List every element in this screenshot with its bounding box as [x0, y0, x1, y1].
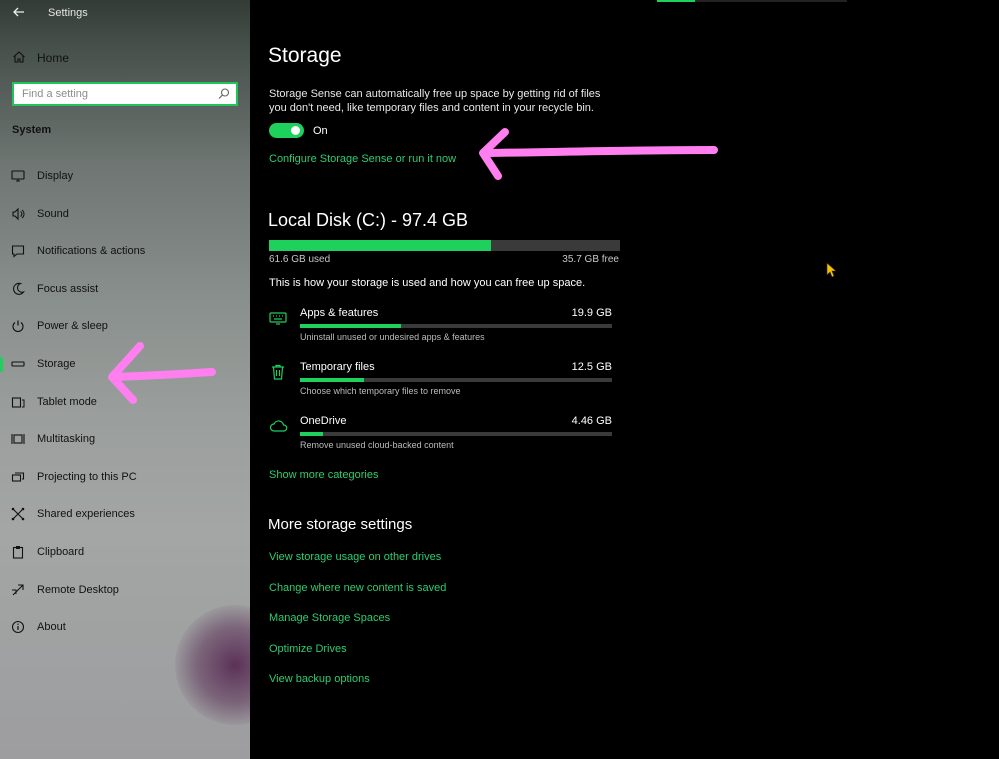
- more-storage-settings-heading: More storage settings: [268, 516, 413, 533]
- trash-icon: [269, 363, 287, 381]
- project-icon: [11, 470, 25, 484]
- category-name: Temporary files: [300, 361, 375, 373]
- sidebar-item-label: Power & sleep: [37, 320, 108, 332]
- category-bar: [300, 378, 612, 382]
- selected-indicator: [0, 357, 3, 372]
- sidebar-item-tablet-mode[interactable]: Tablet mode: [0, 387, 250, 417]
- storage-sense-description: Storage Sense can automatically free up …: [269, 88, 601, 114]
- optimize-drives-link[interactable]: Optimize Drives: [269, 643, 347, 655]
- sidebar-item-display[interactable]: Display: [0, 161, 250, 191]
- disk-usage-bar: [269, 240, 620, 251]
- clipboard-icon: [11, 545, 25, 559]
- category-bar: [300, 324, 612, 328]
- sidebar-item-label: Home: [37, 51, 70, 65]
- multitask-icon: [11, 432, 25, 446]
- speaker-icon: [11, 207, 25, 221]
- sidebar-item-sound[interactable]: Sound: [0, 199, 250, 229]
- sidebar-section-title: System: [12, 124, 52, 136]
- sidebar-item-about[interactable]: About: [0, 612, 250, 642]
- category-onedrive[interactable]: OneDrive 4.46 GB Remove unused cloud-bac…: [269, 415, 614, 461]
- category-size: 19.9 GB: [571, 307, 612, 319]
- sidebar-item-multitasking[interactable]: Multitasking: [0, 424, 250, 454]
- category-apps-features[interactable]: Apps & features 19.9 GB Uninstall unused…: [269, 307, 614, 353]
- title-bar: Settings: [0, 0, 250, 30]
- category-size: 12.5 GB: [571, 361, 612, 373]
- drive-icon: [11, 357, 25, 371]
- sidebar-item-storage[interactable]: Storage: [0, 349, 250, 379]
- sidebar-item-shared-experiences[interactable]: Shared experiences: [0, 499, 250, 529]
- category-subtitle: Uninstall unused or undesired apps & fea…: [300, 332, 485, 342]
- sidebar-item-label: Clipboard: [37, 546, 85, 558]
- disk-usage-fill: [269, 240, 491, 251]
- sidebar-item-label: Shared experiences: [37, 508, 135, 520]
- main-content: Storage Storage Sense can automatically …: [250, 0, 999, 759]
- sidebar-item-label: Notifications & actions: [37, 245, 146, 257]
- category-bar-fill: [300, 432, 324, 436]
- show-more-categories-link[interactable]: Show more categories: [269, 469, 378, 481]
- category-subtitle: Remove unused cloud-backed content: [300, 440, 454, 450]
- category-size: 4.46 GB: [571, 415, 612, 427]
- back-arrow-icon[interactable]: [10, 5, 28, 23]
- power-icon: [11, 319, 25, 333]
- manage-storage-spaces-link[interactable]: Manage Storage Spaces: [269, 612, 390, 624]
- category-bar: [300, 432, 612, 436]
- toggle-knob: [291, 126, 300, 135]
- sidebar-item-focus-assist[interactable]: Focus assist: [0, 274, 250, 304]
- category-bar-fill: [300, 378, 364, 382]
- sidebar-item-power-sleep[interactable]: Power & sleep: [0, 311, 250, 341]
- sidebar-item-clipboard[interactable]: Clipboard: [0, 537, 250, 567]
- sidebar-item-label: Projecting to this PC: [37, 471, 137, 483]
- tablet-icon: [11, 395, 25, 409]
- sidebar-item-label: Focus assist: [37, 283, 99, 295]
- sidebar-item-label: Display: [37, 170, 74, 182]
- sidebar-item-label: Storage: [37, 358, 76, 370]
- info-icon: [11, 620, 25, 634]
- cloud-icon: [269, 417, 288, 435]
- sidebar-item-label: Remote Desktop: [37, 584, 119, 596]
- sidebar: Settings Home System Display Sound Notific…: [0, 0, 250, 759]
- category-subtitle: Choose which temporary files to remove: [300, 386, 461, 396]
- view-storage-other-drives-link[interactable]: View storage usage on other drives: [269, 551, 441, 563]
- category-temporary-files[interactable]: Temporary files 12.5 GB Choose which tem…: [269, 361, 614, 407]
- home-icon: [12, 50, 26, 64]
- monitor-icon: [11, 169, 25, 183]
- sidebar-item-label: Sound: [37, 208, 69, 220]
- window-title: Settings: [48, 7, 88, 19]
- remote-icon: [11, 583, 25, 597]
- sidebar-item-notifications-actions[interactable]: Notifications & actions: [0, 236, 250, 266]
- keyboard-icon: [269, 309, 287, 327]
- message-icon: [11, 244, 25, 258]
- storage-sense-toggle[interactable]: [269, 123, 304, 138]
- sidebar-item-label: About: [37, 621, 66, 633]
- sidebar-item-projecting-to-this-pc[interactable]: Projecting to this PC: [0, 462, 250, 492]
- search-input[interactable]: [14, 84, 214, 104]
- category-name: OneDrive: [300, 415, 347, 427]
- search-icon[interactable]: [217, 87, 231, 101]
- moon-icon: [11, 282, 25, 296]
- usage-intro: This is how your storage is used and how…: [269, 277, 586, 289]
- disk-free-label: 35.7 GB free: [562, 254, 619, 265]
- sidebar-item-home[interactable]: Home: [0, 44, 250, 72]
- search-box[interactable]: [12, 82, 238, 106]
- mouse-cursor-icon: [826, 262, 838, 278]
- view-backup-options-link[interactable]: View backup options: [269, 673, 370, 685]
- sidebar-item-remote-desktop[interactable]: Remote Desktop: [0, 575, 250, 605]
- share-icon: [11, 507, 25, 521]
- toggle-state-label: On: [313, 125, 328, 137]
- category-bar-fill: [300, 324, 402, 328]
- category-name: Apps & features: [300, 307, 379, 319]
- sidebar-item-label: Tablet mode: [37, 396, 97, 408]
- page-title: Storage: [268, 44, 342, 67]
- progress-indicator: [657, 0, 847, 2]
- change-new-content-location-link[interactable]: Change where new content is saved: [269, 582, 446, 594]
- configure-storage-sense-link[interactable]: Configure Storage Sense or run it now: [269, 153, 456, 165]
- disk-used-label: 61.6 GB used: [269, 254, 331, 265]
- sidebar-item-label: Multitasking: [37, 433, 96, 445]
- disk-title: Local Disk (C:) - 97.4 GB: [268, 210, 469, 230]
